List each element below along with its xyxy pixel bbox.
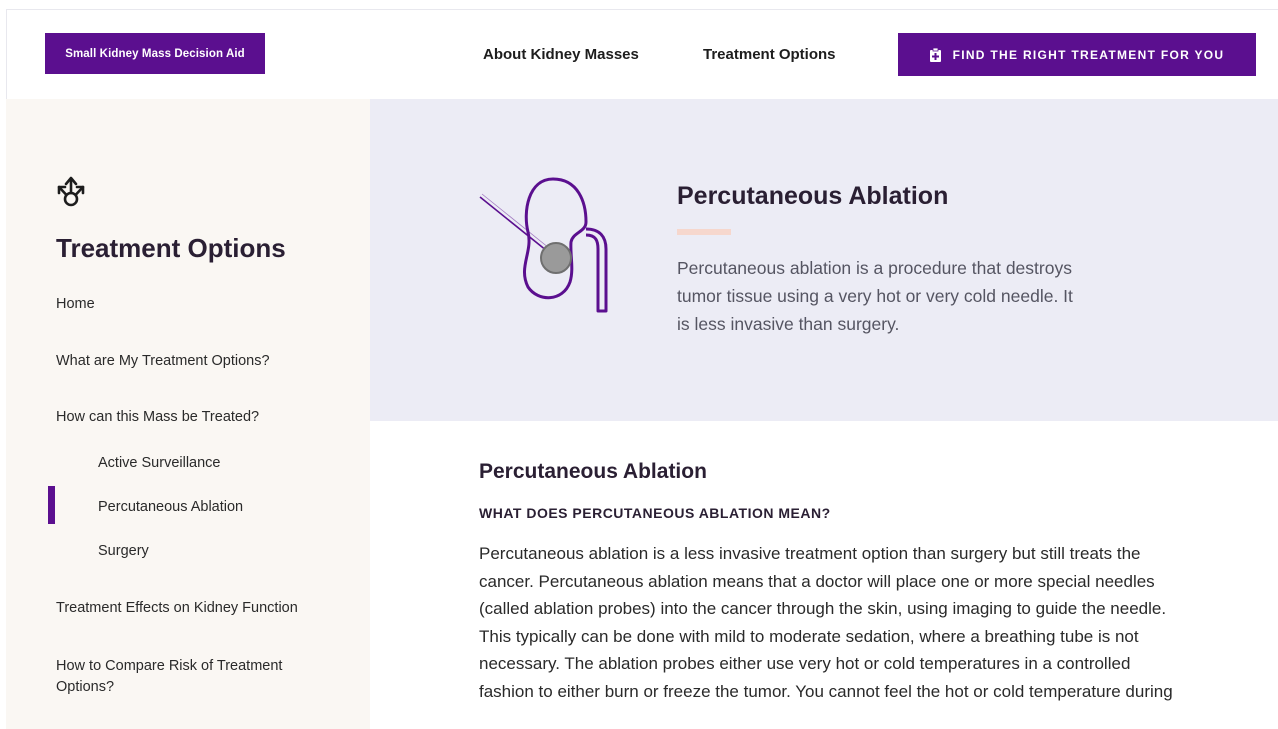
content-subtitle: WHAT DOES PERCUTANEOUS ABLATION MEAN? [479, 505, 831, 521]
hero-divider [677, 229, 731, 235]
active-indicator [48, 486, 55, 524]
sidebar-title: Treatment Options [56, 233, 286, 263]
find-treatment-button[interactable]: FIND THE RIGHT TREATMENT FOR YOU [898, 33, 1256, 76]
content-title: Percutaneous Ablation [479, 460, 707, 483]
sidebar-item-kidney-function[interactable]: Treatment Effects on Kidney Function [56, 600, 298, 616]
sidebar-item-treatment-options[interactable]: What are My Treatment Options? [56, 353, 270, 369]
brand-logo-button[interactable]: Small Kidney Mass Decision Aid [45, 33, 265, 74]
split-arrows-icon [56, 174, 86, 208]
clipboard-icon [929, 47, 941, 62]
sidebar-item-surgery[interactable]: Surgery [98, 543, 149, 559]
find-treatment-label: FIND THE RIGHT TREATMENT FOR YOU [952, 47, 1225, 62]
content-body: Percutaneous ablation is a less invasive… [479, 544, 1173, 701]
hero-banner: Percutaneous Ablation Percutaneous ablat… [370, 99, 1278, 421]
hero-description: Percutaneous ablation is a procedure tha… [677, 258, 1073, 334]
site-header: Small Kidney Mass Decision Aid About Kid… [6, 9, 1278, 99]
sidebar-item-percutaneous-ablation[interactable]: Percutaneous Ablation [98, 499, 243, 515]
sidebar-item-active-surveillance[interactable]: Active Surveillance [98, 455, 221, 471]
kidney-needle-icon [478, 177, 613, 317]
sidebar: Treatment Options Home What are My Treat… [6, 99, 370, 729]
sidebar-item-how-treated[interactable]: How can this Mass be Treated? [56, 409, 259, 425]
sidebar-item-home[interactable]: Home [56, 296, 95, 312]
nav-treatment-options[interactable]: Treatment Options [703, 46, 836, 63]
nav-about-kidney-masses[interactable]: About Kidney Masses [483, 46, 639, 63]
hero-title: Percutaneous Ablation [677, 182, 949, 210]
sidebar-item-compare-risk[interactable]: How to Compare Risk of Treatment Options… [56, 656, 336, 698]
